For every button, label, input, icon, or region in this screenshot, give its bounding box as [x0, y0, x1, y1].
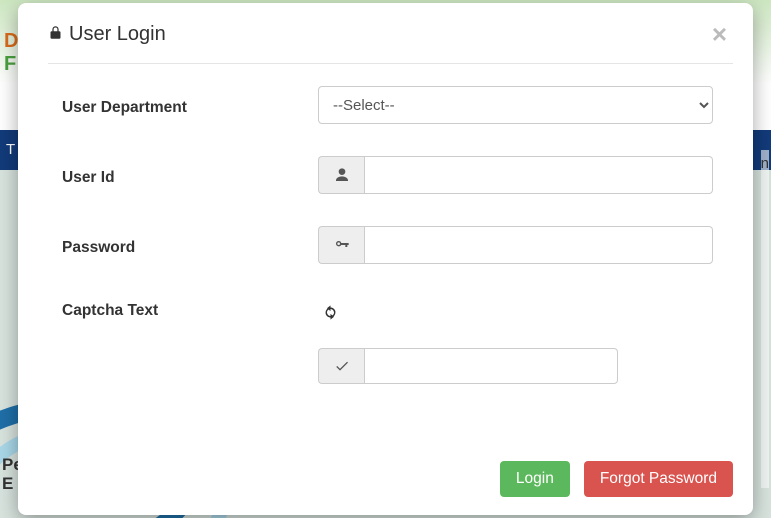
captcha-refresh-button[interactable]: [318, 300, 342, 324]
modal-body: User Department --Select-- User Id Passw…: [18, 64, 753, 447]
background-logo: D F: [4, 30, 18, 76]
user-icon: [318, 156, 364, 194]
row-captcha-label: Captcha Text: [48, 296, 733, 324]
modal-title-text: User Login: [69, 23, 166, 46]
row-captcha-input: [48, 348, 733, 384]
row-department: User Department --Select--: [48, 86, 733, 124]
user-id-input[interactable]: [364, 156, 713, 194]
label-captcha-empty: [48, 363, 318, 369]
row-user-id: User Id: [48, 156, 733, 194]
forgot-password-button[interactable]: Forgot Password: [584, 461, 733, 497]
label-department: User Department: [48, 93, 318, 117]
row-password: Password: [48, 226, 733, 264]
label-user-id: User Id: [48, 163, 318, 187]
key-icon: [318, 226, 364, 264]
login-modal: User Login × User Department --Select-- …: [18, 3, 753, 515]
modal-header: User Login ×: [18, 3, 753, 63]
check-icon: [318, 348, 364, 384]
label-captcha: Captcha Text: [48, 296, 318, 320]
lock-icon: [48, 23, 63, 46]
captcha-input[interactable]: [364, 348, 618, 384]
department-select[interactable]: --Select--: [318, 86, 713, 124]
close-button[interactable]: ×: [706, 21, 733, 47]
login-button[interactable]: Login: [500, 461, 570, 497]
label-password: Password: [48, 233, 318, 257]
modal-footer: Login Forgot Password: [18, 447, 753, 515]
background-right-strip: [761, 150, 769, 488]
background-right-letter: n: [761, 155, 769, 172]
password-input[interactable]: [364, 226, 713, 264]
modal-title: User Login: [48, 23, 166, 46]
refresh-icon: [322, 304, 339, 321]
